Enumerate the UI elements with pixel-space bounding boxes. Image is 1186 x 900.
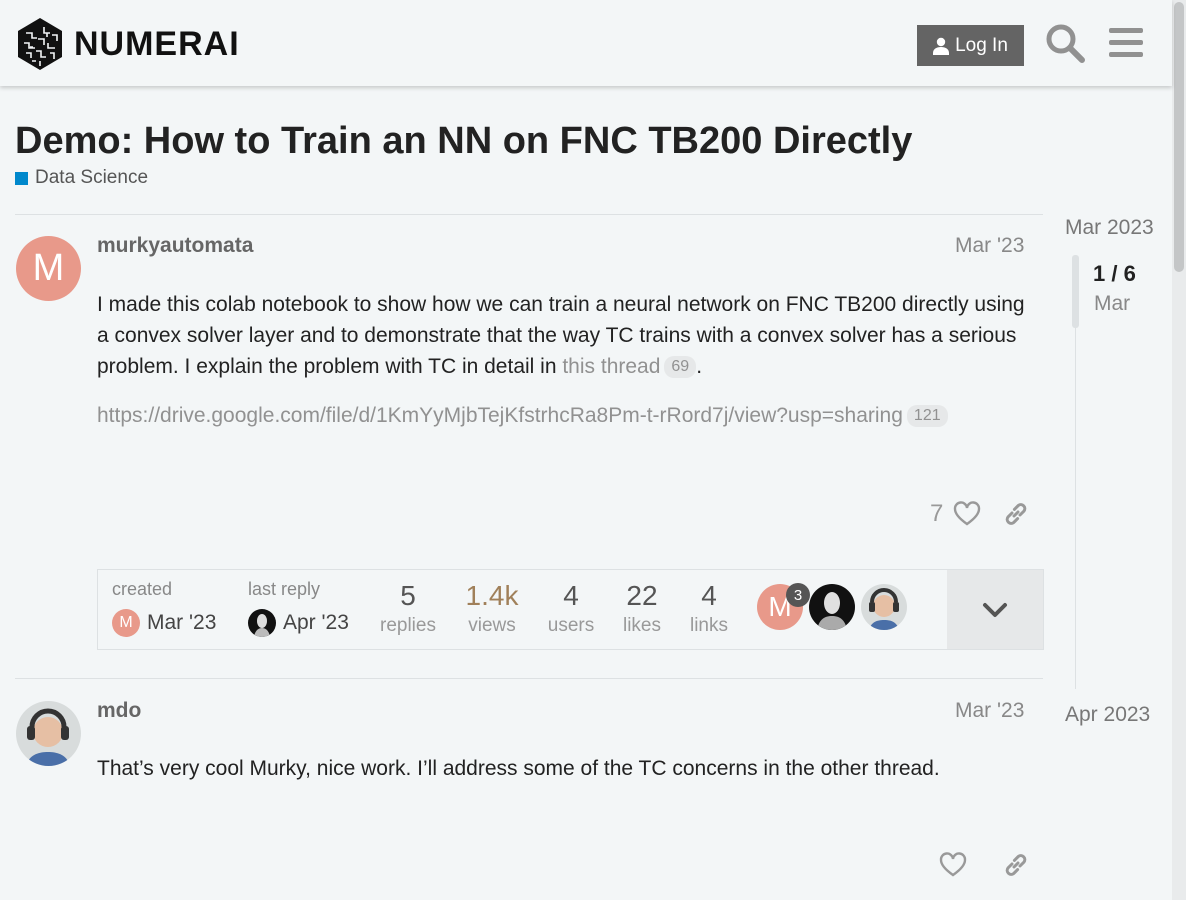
created-date[interactable]: Mar '23 bbox=[147, 611, 216, 635]
category-name: Data Science bbox=[35, 167, 149, 188]
post-username[interactable]: murkyautomata bbox=[97, 234, 253, 258]
timeline-handle[interactable] bbox=[1072, 255, 1079, 328]
post-username[interactable]: mdo bbox=[97, 699, 141, 723]
links-count[interactable]: 4 bbox=[669, 580, 749, 612]
last-reply-label: last reply bbox=[248, 579, 321, 599]
category-color-swatch bbox=[15, 171, 28, 185]
avatar[interactable]: M bbox=[16, 236, 81, 301]
replies-label: replies bbox=[380, 615, 436, 636]
click-count-badge: 69 bbox=[664, 356, 697, 378]
post-text: I made this colab notebook to show how w… bbox=[97, 293, 1025, 378]
created-avatar[interactable]: M bbox=[112, 609, 140, 637]
participant-avatar[interactable] bbox=[809, 584, 855, 630]
views-label: views bbox=[468, 615, 516, 636]
link-icon[interactable] bbox=[1002, 500, 1030, 528]
timeline-position-date: Mar bbox=[1094, 292, 1131, 315]
links-label[interactable]: links bbox=[669, 615, 749, 637]
hamburger-menu-icon[interactable] bbox=[1105, 22, 1147, 64]
like-count[interactable]: 7 bbox=[930, 500, 943, 528]
replies-count: 5 bbox=[400, 580, 416, 611]
participant-post-count-badge: 3 bbox=[786, 583, 810, 607]
users-count: 4 bbox=[563, 580, 579, 611]
divider bbox=[15, 214, 1043, 215]
timeline-start-date[interactable]: Mar 2023 bbox=[1065, 216, 1154, 240]
numerai-logo-icon bbox=[18, 18, 62, 70]
login-button[interactable]: Log In bbox=[917, 25, 1024, 66]
created-avatar-letter: M bbox=[119, 614, 133, 631]
drive-link[interactable]: https://drive.google.com/file/d/1KmYyMjb… bbox=[97, 404, 948, 428]
timeline-end-date[interactable]: Apr 2023 bbox=[1065, 703, 1150, 727]
site-logo[interactable]: NUMERAI bbox=[16, 17, 240, 71]
click-count-badge: 121 bbox=[906, 405, 948, 427]
chevron-down-icon bbox=[983, 602, 1007, 617]
scrollbar-thumb[interactable] bbox=[1174, 2, 1184, 272]
heart-icon[interactable] bbox=[953, 500, 981, 528]
expand-topic-map-button[interactable] bbox=[947, 570, 1043, 649]
brand-name: NUMERAI bbox=[74, 25, 240, 63]
divider bbox=[15, 678, 1043, 679]
category-badge[interactable]: Data Science bbox=[15, 167, 148, 189]
thread-link[interactable]: this thread bbox=[562, 355, 660, 378]
avatar[interactable] bbox=[16, 701, 81, 766]
post-date[interactable]: Mar '23 bbox=[955, 699, 1024, 723]
avatar-letter: M bbox=[32, 247, 65, 289]
link-icon[interactable] bbox=[1002, 851, 1030, 879]
views-count: 1.4k bbox=[465, 580, 519, 611]
page-scrollbar[interactable] bbox=[1172, 0, 1186, 900]
heart-icon[interactable] bbox=[939, 851, 967, 879]
search-icon[interactable] bbox=[1044, 22, 1086, 64]
post-body: That’s very cool Murky, nice work. I’ll … bbox=[97, 757, 940, 780]
users-label: users bbox=[547, 615, 595, 636]
post-date[interactable]: Mar '23 bbox=[955, 234, 1024, 258]
topic-title[interactable]: Demo: How to Train an NN on FNC TB200 Di… bbox=[15, 118, 912, 164]
created-label: created bbox=[112, 579, 173, 599]
last-reply-avatar[interactable] bbox=[248, 609, 276, 637]
user-icon bbox=[933, 37, 950, 55]
participant-avatar[interactable] bbox=[861, 584, 907, 630]
topic-map: created M Mar '23 last reply Apr '23 5 r… bbox=[97, 569, 1044, 650]
post-body: I made this colab notebook to show how w… bbox=[97, 289, 1027, 382]
drive-link-url[interactable]: https://drive.google.com/file/d/1KmYyMjb… bbox=[97, 404, 903, 427]
timeline-position: 1 / 6 bbox=[1093, 261, 1136, 286]
last-reply-date[interactable]: Apr '23 bbox=[283, 611, 349, 635]
site-header: NUMERAI Log In bbox=[0, 0, 1172, 86]
login-label: Log In bbox=[955, 34, 1008, 56]
post-text-end: . bbox=[696, 355, 703, 378]
